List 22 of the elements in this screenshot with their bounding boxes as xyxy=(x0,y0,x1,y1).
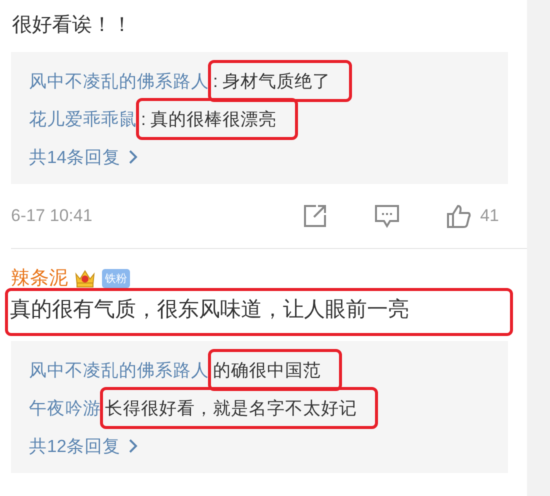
comment-icon[interactable] xyxy=(374,203,400,229)
reply-text: 长得很好看，就是名字不太好记 xyxy=(103,390,375,426)
chevron-right-icon xyxy=(128,438,138,454)
reply-user[interactable]: 风中不凌乱的佛系路人 xyxy=(29,69,209,93)
comment-text: 很好看诶！！ xyxy=(11,13,133,38)
comment-time: 6-17 10:41 xyxy=(11,206,94,226)
thumbs-up-icon[interactable] xyxy=(446,203,472,229)
fan-badge: 铁粉 xyxy=(102,268,130,288)
share-icon[interactable] xyxy=(302,203,328,229)
more-replies-link[interactable]: 共14条回复 xyxy=(29,138,494,176)
reply-text: 的确很中国范 xyxy=(211,352,339,388)
crown-icon xyxy=(74,268,96,288)
comment-text: 真的很有气质，很东风味道，让人眼前一亮 xyxy=(8,291,510,333)
reply-user[interactable]: 花儿爱乖乖鼠 xyxy=(29,107,137,131)
user-name[interactable]: 辣条泥 xyxy=(11,265,68,291)
reply-user[interactable]: 风中不凌乱的佛系路人 xyxy=(29,358,209,382)
reply-text: : 身材气质绝了 xyxy=(211,63,349,99)
more-replies-link[interactable]: 共12条回复 xyxy=(29,427,494,465)
reply-text: : 真的很棒很漂亮 xyxy=(139,101,295,137)
like-count: 41 xyxy=(480,206,499,226)
reply-user[interactable]: 午夜吟游 xyxy=(29,396,101,420)
chevron-right-icon xyxy=(128,149,138,165)
